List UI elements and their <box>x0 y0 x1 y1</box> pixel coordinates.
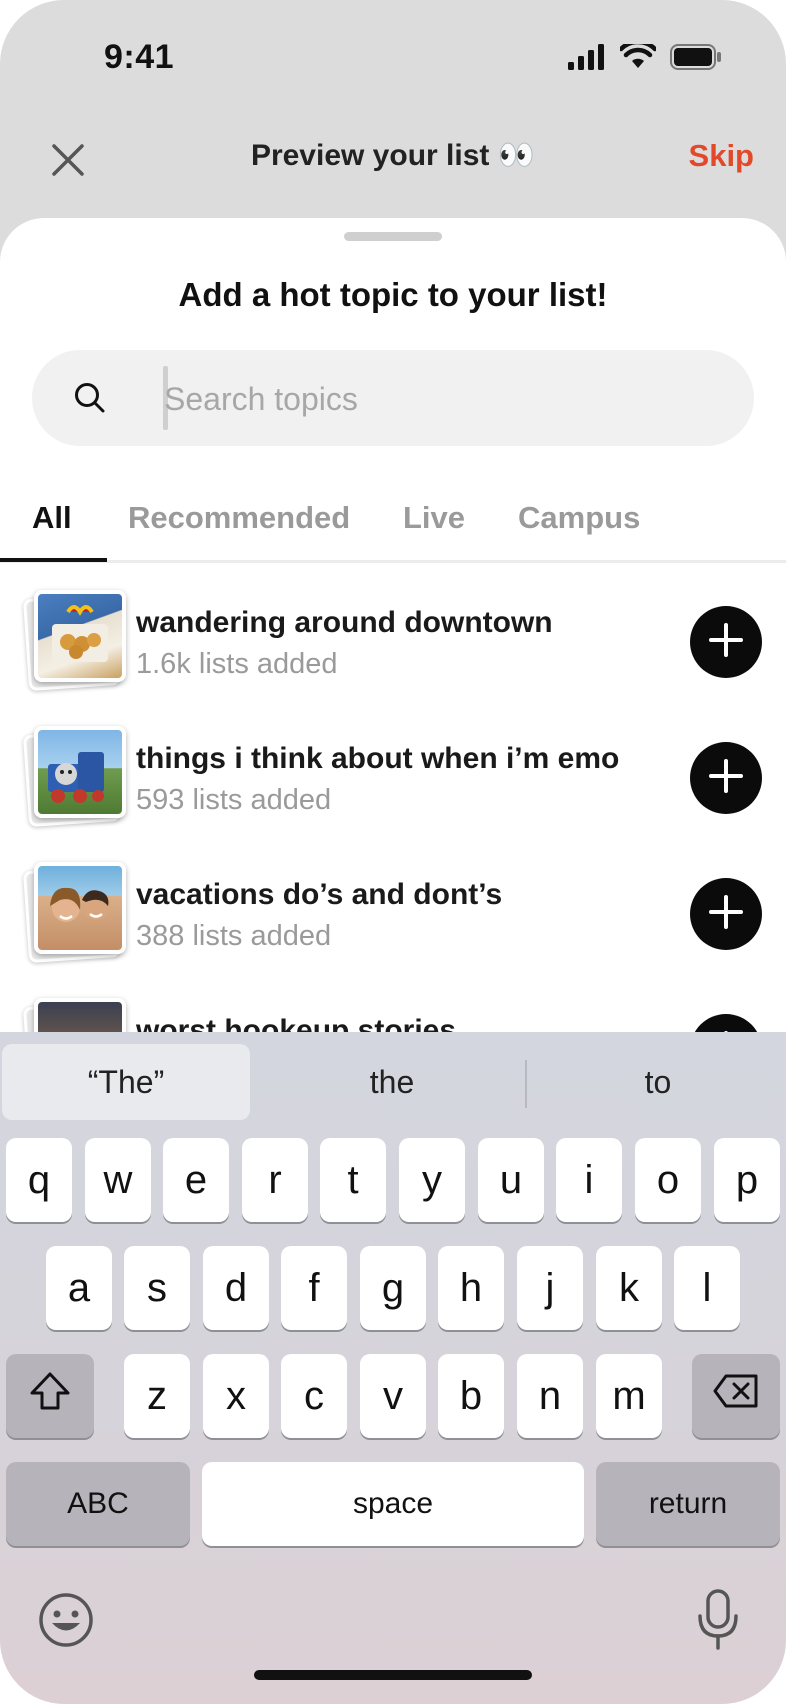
key-t[interactable]: t <box>320 1138 386 1222</box>
dictation-button[interactable] <box>694 1588 742 1652</box>
topic-count: 593 lists added <box>136 784 332 816</box>
add-topic-button[interactable] <box>690 878 762 950</box>
shift-key[interactable] <box>6 1354 94 1438</box>
key-n[interactable]: n <box>517 1354 583 1438</box>
status-bar: 9:41 <box>0 0 786 118</box>
topic-title: wandering around downtown <box>136 606 553 639</box>
key-d[interactable]: d <box>203 1246 269 1330</box>
plus-icon <box>708 758 744 799</box>
sheet-grabber[interactable] <box>344 232 442 241</box>
delete-key[interactable] <box>692 1354 780 1438</box>
nav-title: Preview your list 👀 <box>250 139 536 172</box>
backspace-icon <box>712 1373 760 1419</box>
topic-title: vacations do’s and dont’s <box>136 878 503 911</box>
status-time: 9:41 <box>104 38 175 76</box>
plus-icon <box>708 894 744 935</box>
key-h[interactable]: h <box>438 1246 504 1330</box>
suggestion-3[interactable]: to <box>532 1044 784 1120</box>
keyboard-suggestions: “The” the to <box>0 1032 786 1122</box>
tab-all[interactable]: All <box>32 500 72 536</box>
tab-campus[interactable]: Campus <box>518 500 640 536</box>
key-q[interactable]: q <box>6 1138 72 1222</box>
shift-icon <box>28 1371 72 1421</box>
wifi-icon <box>618 39 658 75</box>
search-input[interactable] <box>162 350 726 448</box>
key-g[interactable]: g <box>360 1246 426 1330</box>
return-key[interactable]: return <box>596 1462 780 1546</box>
key-b[interactable]: b <box>438 1354 504 1438</box>
sheet-title: Add a hot topic to your list! <box>178 276 608 313</box>
phone-screen: 9:41 Preview your list 👀 Skip Add a hot … <box>0 0 786 1704</box>
emoji-icon <box>38 1593 94 1652</box>
key-m[interactable]: m <box>596 1354 662 1438</box>
key-w[interactable]: w <box>85 1138 151 1222</box>
topic-title: things i think about when i’m emo <box>136 742 620 775</box>
search-icon <box>72 380 108 416</box>
key-e[interactable]: e <box>163 1138 229 1222</box>
topic-row[interactable]: wandering around downtown 1.6k lists add… <box>0 568 786 704</box>
key-r[interactable]: r <box>242 1138 308 1222</box>
suggestion-divider <box>525 1060 527 1108</box>
tab-recommended[interactable]: Recommended <box>128 500 350 536</box>
plus-icon <box>708 622 744 663</box>
suggestion-1[interactable]: “The” <box>2 1044 250 1120</box>
key-f[interactable]: f <box>281 1246 347 1330</box>
key-p[interactable]: p <box>714 1138 780 1222</box>
key-x[interactable]: x <box>203 1354 269 1438</box>
key-l[interactable]: l <box>674 1246 740 1330</box>
key-k[interactable]: k <box>596 1246 662 1330</box>
emoji-button[interactable] <box>38 1592 94 1648</box>
skip-button[interactable]: Skip <box>689 138 754 174</box>
tab-live[interactable]: Live <box>403 500 465 536</box>
topic-thumbnail <box>22 726 126 828</box>
top-nav: Preview your list 👀 Skip <box>0 118 786 218</box>
key-v[interactable]: v <box>360 1354 426 1438</box>
key-c[interactable]: c <box>281 1354 347 1438</box>
key-z[interactable]: z <box>124 1354 190 1438</box>
search-bar[interactable] <box>32 350 754 448</box>
key-j[interactable]: j <box>517 1246 583 1330</box>
active-tab-indicator <box>0 558 107 562</box>
home-indicator[interactable] <box>254 1670 532 1680</box>
add-topic-button[interactable] <box>690 606 762 678</box>
key-u[interactable]: u <box>478 1138 544 1222</box>
key-o[interactable]: o <box>635 1138 701 1222</box>
topic-count: 1.6k lists added <box>136 648 338 680</box>
status-icons <box>568 39 722 75</box>
key-s[interactable]: s <box>124 1246 190 1330</box>
key-i[interactable]: i <box>556 1138 622 1222</box>
topic-thumbnail <box>22 590 126 692</box>
microphone-icon <box>694 1589 742 1656</box>
topic-count: 388 lists added <box>136 920 332 952</box>
abc-key[interactable]: ABC <box>6 1462 190 1546</box>
topic-thumbnail <box>22 862 126 964</box>
keyboard: “The” the to q w e r t y u i o p a s d f… <box>0 1032 786 1704</box>
topic-row[interactable]: vacations do’s and dont’s 388 lists adde… <box>0 840 786 976</box>
add-topic-button[interactable] <box>690 742 762 814</box>
battery-icon <box>670 44 722 75</box>
signal-icon <box>568 44 606 75</box>
topic-row[interactable]: things i think about when i’m emo 593 li… <box>0 704 786 840</box>
space-key[interactable]: space <box>202 1462 584 1546</box>
tab-bar: All Recommended Live Campus <box>0 478 786 563</box>
suggestion-2[interactable]: the <box>264 1044 520 1120</box>
key-y[interactable]: y <box>399 1138 465 1222</box>
key-a[interactable]: a <box>46 1246 112 1330</box>
